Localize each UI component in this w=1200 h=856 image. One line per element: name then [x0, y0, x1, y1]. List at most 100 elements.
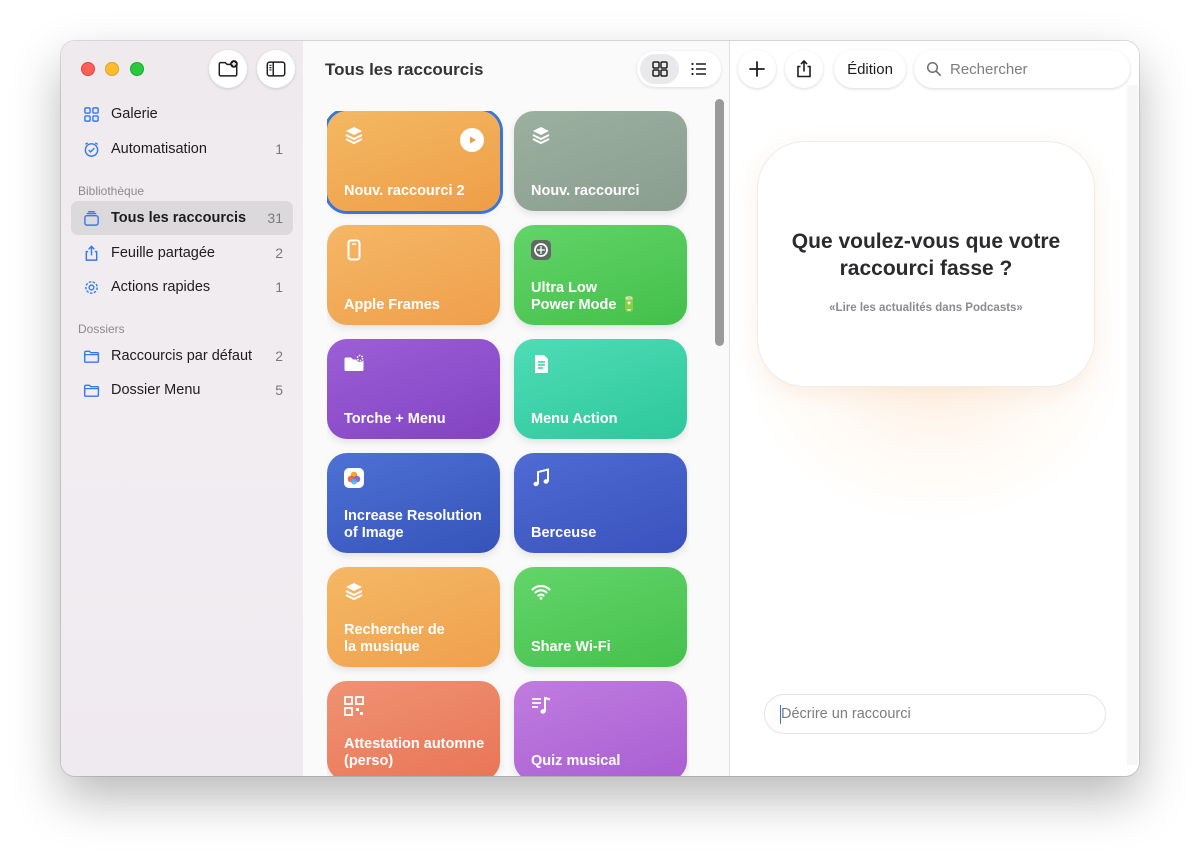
layers-icon [343, 125, 365, 147]
app-icon [530, 239, 552, 261]
sidebar-item-count: 31 [267, 210, 283, 226]
sidebar-item-label: Dossier Menu [111, 382, 201, 398]
section-header-bibliotheque: Bibliothèque [78, 184, 145, 198]
shortcut-name: Nouv. raccourci [531, 183, 640, 199]
shortcut-card[interactable]: Ultra Low Power Mode 🔋 [514, 225, 687, 325]
layers-icon [343, 581, 365, 603]
shortcut-card[interactable]: Quiz musical [514, 681, 687, 776]
describe-shortcut-field[interactable] [764, 694, 1106, 734]
sidebar-item-label: Tous les raccourcis [111, 210, 247, 226]
shortcut-card[interactable]: Share Wi-Fi [514, 567, 687, 667]
share-button[interactable] [785, 50, 823, 88]
describe-input[interactable] [781, 706, 1081, 722]
sidebar: Galerie Automatisation 1 Bibliothèque To… [61, 41, 303, 776]
sidebar-item-raccourcis-par-defaut[interactable]: Raccourcis par défaut 2 [71, 339, 293, 373]
folder-icon [71, 382, 111, 399]
shortcut-name: Attestation automne (perso) [344, 736, 485, 769]
plus-icon [749, 61, 765, 77]
shortcut-card[interactable]: Menu Action [514, 339, 687, 439]
editor-scroll-track [1127, 85, 1138, 765]
sidebar-item-count: 2 [275, 348, 283, 364]
zoom-window-button[interactable] [130, 62, 144, 76]
edit-button[interactable]: Édition [834, 50, 906, 88]
grid-icon [71, 106, 111, 123]
shortcut-name: Berceuse [531, 525, 597, 541]
sidebar-item-dossier-menu[interactable]: Dossier Menu 5 [71, 373, 293, 407]
view-mode-toggle [637, 51, 721, 87]
qr-code-icon [343, 695, 365, 717]
shortcuts-window: Galerie Automatisation 1 Bibliothèque To… [61, 41, 1139, 776]
grid-view-icon [651, 61, 668, 77]
folder-plus-icon [218, 60, 238, 77]
folder-icon [71, 348, 111, 365]
sidebar-item-feuille-partagee[interactable]: Feuille partagée 2 [71, 236, 293, 270]
shortcut-card[interactable]: Rechercher de la musique [327, 567, 500, 667]
share-icon [797, 59, 811, 78]
minimize-window-button[interactable] [105, 62, 119, 76]
sidebar-item-label: Automatisation [111, 141, 207, 157]
gear-icon [71, 279, 111, 296]
sidebar-item-label: Galerie [111, 106, 158, 122]
sidebar-item-count: 1 [275, 279, 283, 295]
search-field[interactable] [914, 50, 1130, 88]
sidebar-icon [266, 61, 286, 77]
music-note-icon [530, 467, 552, 489]
grid-view-button[interactable] [640, 54, 679, 84]
section-header-dossiers: Dossiers [78, 322, 125, 336]
sidebar-item-label: Feuille partagée [111, 245, 215, 261]
close-window-button[interactable] [81, 62, 95, 76]
shortcut-card[interactable]: Berceuse [514, 453, 687, 553]
page-title: Tous les raccourcis [325, 60, 484, 79]
shortcut-name: Quiz musical [531, 753, 621, 769]
list-view-button[interactable] [679, 54, 718, 84]
grid-scrollbar[interactable] [715, 99, 724, 346]
shortcut-name: Increase Resolution of Image [344, 508, 482, 541]
shortcuts-grid: Nouv. raccourci 2 Nouv. raccourci Apple … [327, 111, 689, 776]
stack-icon [71, 210, 111, 227]
shortcut-card[interactable]: Apple Frames [327, 225, 500, 325]
shortcut-card[interactable]: Nouv. raccourci [514, 111, 687, 211]
shortcut-name: Nouv. raccourci 2 [344, 183, 465, 199]
document-icon [530, 353, 552, 375]
clock-check-icon [71, 141, 111, 158]
sidebar-toggle-button[interactable] [257, 50, 295, 88]
music-list-icon [530, 695, 552, 717]
text-cursor [780, 705, 781, 724]
sidebar-item-count: 5 [275, 382, 283, 398]
prompt-title: Que voulez-vous que votre raccourci fass… [791, 230, 1061, 280]
sidebar-item-count: 1 [275, 141, 283, 157]
sidebar-item-label: Raccourcis par défaut [111, 348, 253, 364]
sidebar-item-galerie[interactable]: Galerie [71, 97, 293, 131]
shortcut-card[interactable]: Attestation automne (perso) [327, 681, 500, 776]
sidebar-item-label: Actions rapides [111, 279, 211, 295]
play-icon[interactable] [460, 128, 484, 152]
sidebar-item-automatisation[interactable]: Automatisation 1 [71, 132, 293, 166]
shortcut-name: Rechercher de la musique [344, 622, 445, 655]
sidebar-item-actions-rapides[interactable]: Actions rapides 1 [71, 270, 293, 304]
wifi-icon [530, 581, 552, 603]
photos-icon [343, 467, 365, 489]
list-view-icon [690, 62, 706, 76]
shortcut-card[interactable]: Torche + Menu [327, 339, 500, 439]
sidebar-item-count: 2 [275, 245, 283, 261]
shortcut-name: Apple Frames [344, 297, 440, 313]
add-shortcut-button[interactable] [738, 50, 776, 88]
prompt-card: Que voulez-vous que votre raccourci fass… [757, 141, 1095, 387]
layers-icon [530, 125, 552, 147]
shortcuts-list-pane: Tous les raccourcis Nouv. raccourci 2 No… [303, 41, 730, 776]
search-input[interactable] [950, 60, 1110, 78]
share-icon [71, 244, 111, 262]
shortcut-card[interactable]: Increase Resolution of Image [327, 453, 500, 553]
editor-pane: Édition Que voulez-vous que votre raccou… [730, 41, 1139, 776]
new-folder-button[interactable] [209, 50, 247, 88]
search-icon [926, 61, 941, 76]
shortcut-name: Share Wi-Fi [531, 639, 611, 655]
phone-icon [343, 239, 365, 261]
sidebar-item-tous-les-raccourcis[interactable]: Tous les raccourcis 31 [71, 201, 293, 235]
folder-gear-icon [343, 353, 365, 375]
prompt-example: «Lire les actualités dans Podcasts» [829, 302, 1023, 314]
shortcut-card[interactable]: Nouv. raccourci 2 [327, 111, 500, 211]
shortcut-name: Ultra Low Power Mode 🔋 [531, 280, 639, 313]
shortcut-name: Torche + Menu [344, 411, 446, 427]
shortcut-name: Menu Action [531, 411, 618, 427]
